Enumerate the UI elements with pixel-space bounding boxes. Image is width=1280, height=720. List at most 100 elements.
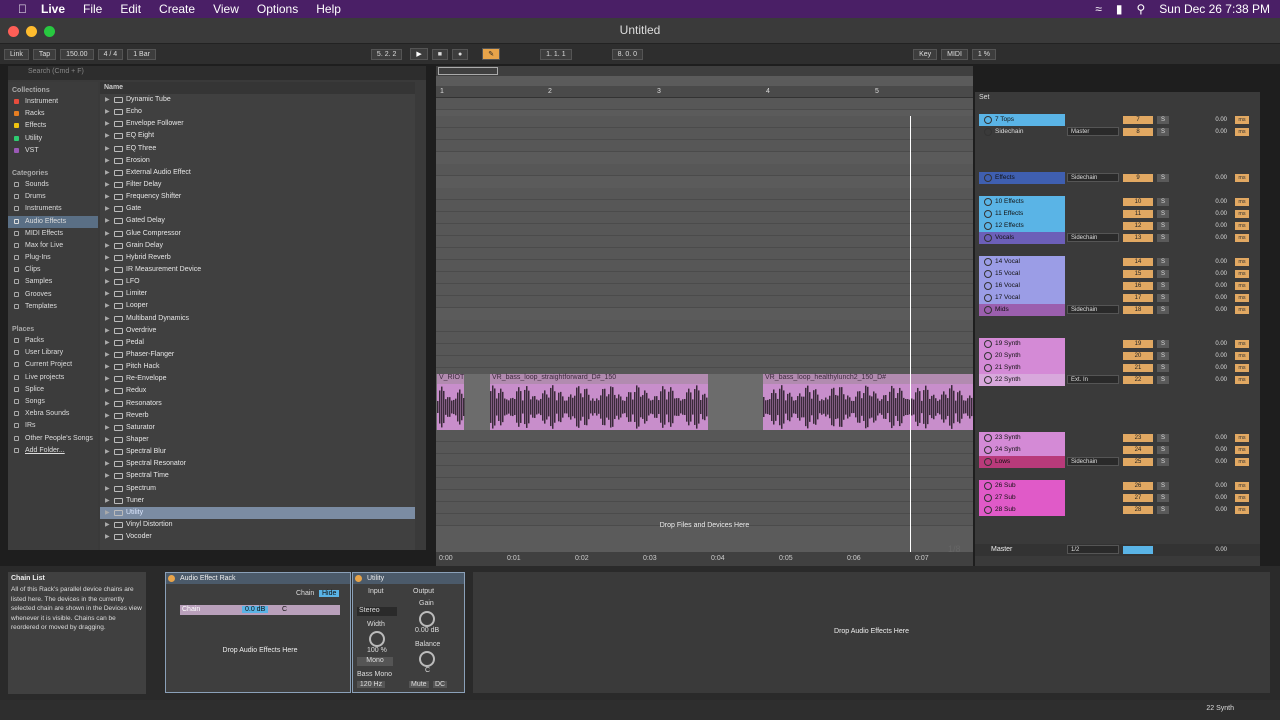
delay-units-button[interactable]: ms [1235, 294, 1249, 302]
track-name[interactable]: 7 Tops [979, 114, 1065, 126]
solo-button[interactable]: S [1157, 282, 1169, 290]
browser-item[interactable]: ▶ Glue Compressor [100, 228, 415, 240]
track-activator[interactable]: 24 [1123, 446, 1153, 454]
track-volume[interactable]: 0.00 [1203, 339, 1227, 349]
category-samples[interactable]: Samples [8, 276, 98, 288]
delay-units-button[interactable]: ms [1235, 116, 1249, 124]
browser-item[interactable]: ▶ Envelope Follower [100, 118, 415, 130]
track-fold-icon[interactable] [984, 340, 992, 348]
track-volume[interactable]: 0.00 [1203, 445, 1227, 455]
track-name[interactable]: 22 Synth [979, 374, 1065, 386]
delay-units-button[interactable]: ms [1235, 482, 1249, 490]
browser-item[interactable]: ▶ Gated Delay [100, 215, 415, 227]
expand-arrow-icon[interactable]: ▶ [105, 94, 110, 106]
mixer-track[interactable]: 19 Synth 19 S 0.00 ms [975, 338, 1260, 350]
track-lane[interactable] [436, 212, 973, 224]
menu-edit[interactable]: Edit [120, 2, 141, 16]
track-name[interactable]: 11 Effects [979, 208, 1065, 220]
expand-arrow-icon[interactable]: ▶ [105, 483, 110, 495]
collection-effects[interactable]: Effects [8, 120, 98, 132]
delay-units-button[interactable]: ms [1235, 210, 1249, 218]
key-map-button[interactable]: Key [913, 48, 938, 60]
mixer-track[interactable]: 24 Synth 24 S 0.00 ms [975, 444, 1260, 456]
browser-search-input[interactable]: Search (Cmd + F) [8, 66, 426, 80]
track-fold-icon[interactable] [984, 116, 992, 124]
browser-item[interactable]: ▶ Erosion [100, 155, 415, 167]
dc-button[interactable]: DC [433, 681, 448, 688]
solo-button[interactable]: S [1157, 482, 1169, 490]
quantize-menu[interactable]: 1 Bar [127, 48, 156, 60]
expand-arrow-icon[interactable]: ▶ [105, 143, 110, 155]
category-clips[interactable]: Clips [8, 264, 98, 276]
browser-item[interactable]: ▶ Vocoder [100, 531, 415, 543]
track-fold-icon[interactable] [984, 258, 992, 266]
menu-view[interactable]: View [213, 2, 239, 16]
expand-arrow-icon[interactable]: ▶ [105, 410, 110, 422]
track-fold-icon[interactable] [984, 434, 992, 442]
track-lane[interactable] [436, 296, 973, 308]
mixer-track[interactable]: Mids Sidechain 18 S 0.00 ms [975, 304, 1260, 316]
category-plug-ins[interactable]: Plug-Ins [8, 252, 98, 264]
place-songs[interactable]: Songs [8, 396, 98, 408]
delay-units-button[interactable]: ms [1235, 282, 1249, 290]
delay-units-button[interactable]: ms [1235, 270, 1249, 278]
delay-units-button[interactable]: ms [1235, 494, 1249, 502]
rack-drop-zone[interactable]: Drop Audio Effects Here [180, 647, 340, 654]
expand-arrow-icon[interactable]: ▶ [105, 434, 110, 446]
expand-arrow-icon[interactable]: ▶ [105, 337, 110, 349]
chain-name[interactable]: Chain [182, 606, 200, 613]
track-fold-icon[interactable] [984, 294, 992, 302]
chain-pan[interactable]: C [282, 606, 287, 613]
track-name[interactable]: 23 Synth [979, 432, 1065, 444]
track-fold-icon[interactable] [984, 210, 992, 218]
track-volume[interactable]: 0.00 [1203, 457, 1227, 467]
track-fold-icon[interactable] [984, 364, 992, 372]
solo-button[interactable]: S [1157, 506, 1169, 514]
track-activator[interactable]: 25 [1123, 458, 1153, 466]
stereo-mode-menu[interactable]: Stereo [357, 607, 397, 616]
track-lane[interactable] [436, 164, 973, 176]
record-button[interactable]: ● [452, 48, 469, 60]
expand-arrow-icon[interactable]: ▶ [105, 130, 110, 142]
track-lane[interactable] [436, 502, 973, 514]
mixer-track[interactable]: 20 Synth 20 S 0.00 ms [975, 350, 1260, 362]
place-live-projects[interactable]: Live projects [8, 372, 98, 384]
track-volume[interactable]: 0.00 [1203, 127, 1227, 137]
track-name[interactable]: 27 Sub [979, 492, 1065, 504]
mixer-track[interactable]: 14 Vocal 14 S 0.00 ms [975, 256, 1260, 268]
solo-button[interactable]: S [1157, 222, 1169, 230]
browser-item[interactable]: ▶ External Audio Effect [100, 167, 415, 179]
browser-item[interactable]: ▶ Spectral Resonator [100, 458, 415, 470]
track-name[interactable]: 10 Effects [979, 196, 1065, 208]
mixer-track[interactable]: Lows Sidechain 25 S 0.00 ms [975, 456, 1260, 468]
track-activator[interactable]: 19 [1123, 340, 1153, 348]
delay-units-button[interactable]: ms [1235, 258, 1249, 266]
expand-arrow-icon[interactable]: ▶ [105, 264, 110, 276]
browser-item[interactable]: ▶ Redux [100, 385, 415, 397]
battery-icon[interactable]: ▮ [1116, 2, 1123, 16]
delay-units-button[interactable]: ms [1235, 434, 1249, 442]
expand-arrow-icon[interactable]: ▶ [105, 288, 110, 300]
tap-button[interactable]: Tap [32, 48, 57, 60]
delay-units-button[interactable]: ms [1235, 128, 1249, 136]
song-position[interactable]: 5. 2. 2 [370, 48, 403, 60]
expand-arrow-icon[interactable]: ▶ [105, 495, 110, 507]
chain-label[interactable]: Chain [296, 590, 314, 597]
track-activator[interactable]: 22 [1123, 376, 1153, 384]
browser-item[interactable]: ▶ Pedal [100, 337, 415, 349]
time-ruler[interactable]: 0:00 0:01 0:02 0:03 0:04 0:05 0:06 0:07 [436, 552, 973, 566]
track-name[interactable]: Lows [979, 456, 1065, 468]
chain-row[interactable]: Chain 0.0 dB C [180, 605, 340, 615]
track-volume[interactable]: 0.00 [1203, 257, 1227, 267]
width-value[interactable]: 100 % [367, 647, 387, 654]
browser-item[interactable]: ▶ Utility [100, 506, 415, 519]
mixer-track[interactable]: Sidechain Master 8 S 0.00 ms [975, 126, 1260, 138]
menu-create[interactable]: Create [159, 2, 195, 16]
browser-item[interactable]: ▶ Tuner [100, 495, 415, 507]
input-routing-menu[interactable]: Sidechain [1067, 457, 1119, 466]
master-track[interactable]: Master 1/2 0.00 [975, 544, 1260, 556]
track-volume[interactable]: 0.00 [1203, 433, 1227, 443]
input-routing-menu[interactable]: Sidechain [1067, 173, 1119, 182]
track-lane[interactable] [436, 344, 973, 356]
expand-arrow-icon[interactable]: ▶ [105, 519, 110, 531]
